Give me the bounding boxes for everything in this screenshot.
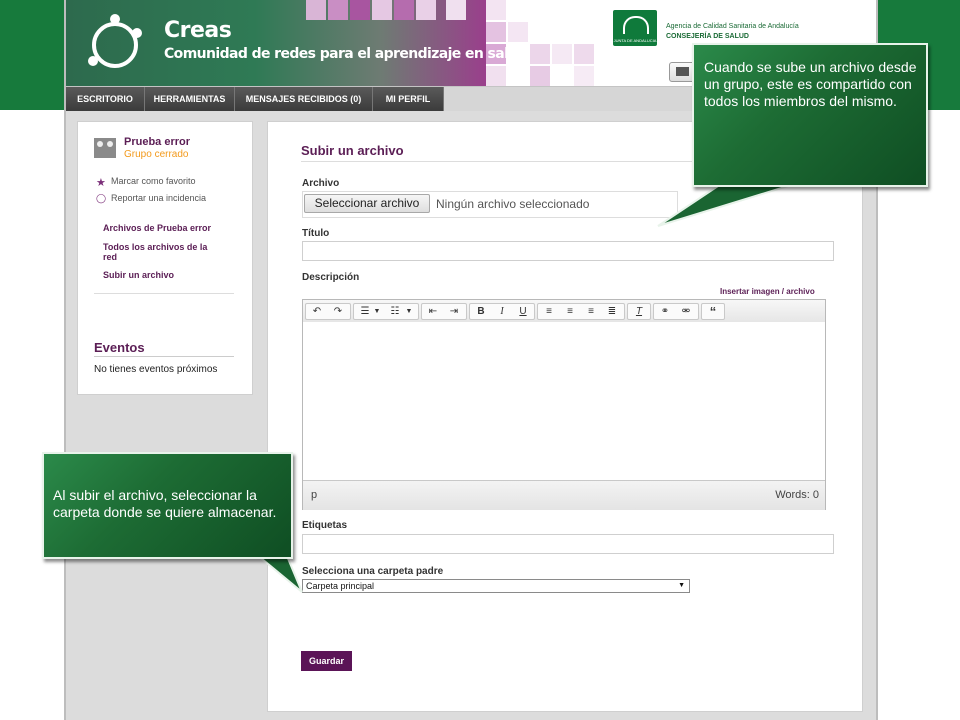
link-icon[interactable]: ⚭ bbox=[655, 304, 675, 319]
folder-selected-value: Carpeta principal bbox=[306, 581, 375, 591]
mosaic-tile bbox=[416, 0, 436, 20]
title-input[interactable] bbox=[302, 241, 834, 261]
mosaic-tile bbox=[486, 66, 506, 86]
numbered-list-icon[interactable]: ☷ bbox=[385, 304, 405, 319]
group-icon bbox=[94, 138, 116, 158]
bold-icon[interactable]: B bbox=[471, 304, 491, 319]
brand-title: Creas bbox=[164, 18, 232, 43]
consejeria-name: CONSEJERÍA DE SALUD bbox=[666, 33, 749, 40]
tags-input[interactable] bbox=[302, 534, 834, 554]
unlink-icon[interactable]: ⚮ bbox=[676, 304, 696, 319]
description-editor: ↶ ↷ ☰ ▼ ☷ ▼ ⇤ ⇥ B I U ≡ ≡ ≡ ≣ T ⚭ ⚮ “ p … bbox=[302, 299, 826, 510]
junta-andalucia-logo: JUNTA DE ANDALUCIA bbox=[613, 10, 657, 46]
mosaic-tile bbox=[486, 22, 506, 42]
file-status: Ningún archivo seleccionado bbox=[436, 197, 590, 211]
sidebar-link-all-files[interactable]: Todos los archivos de la red bbox=[103, 242, 221, 262]
mosaic-tile bbox=[394, 0, 414, 20]
title-label: Título bbox=[302, 228, 330, 239]
page-title: Subir un archivo bbox=[301, 143, 404, 158]
nav-escritorio[interactable]: ESCRITORIO bbox=[66, 87, 145, 111]
description-label: Descripción bbox=[302, 272, 360, 283]
divider bbox=[94, 293, 234, 294]
group-type: Grupo cerrado bbox=[124, 149, 189, 160]
chevron-down-icon: ▼ bbox=[678, 582, 685, 589]
mosaic-tile bbox=[574, 66, 594, 86]
nav-herramientas[interactable]: HERRAMIENTAS bbox=[145, 87, 235, 111]
events-title: Eventos bbox=[94, 340, 145, 355]
group-sidebar: Prueba error Grupo cerrado ★ Marcar como… bbox=[77, 121, 253, 395]
underline-icon[interactable]: U bbox=[513, 304, 533, 319]
logo-dot bbox=[132, 28, 142, 38]
mosaic-tile bbox=[574, 44, 594, 64]
toolbar-group-align: ≡ ≡ ≡ ≣ bbox=[537, 303, 625, 320]
logo-dot bbox=[88, 56, 98, 66]
chevron-down-icon[interactable]: ▼ bbox=[371, 304, 383, 319]
agency-name: Agencia de Calidad Sanitaria de Andalucí… bbox=[666, 23, 799, 30]
italic-icon[interactable]: I bbox=[492, 304, 512, 319]
align-right-icon[interactable]: ≡ bbox=[581, 304, 601, 319]
folder-label: Selecciona una carpeta padre bbox=[302, 566, 444, 577]
toolbar-group-link: ⚭ ⚮ bbox=[653, 303, 699, 320]
align-justify-icon[interactable]: ≣ bbox=[602, 304, 622, 319]
callout-tail-top bbox=[657, 185, 789, 227]
brand-subtitle: Comunidad de redes para el aprendizaje e… bbox=[164, 46, 528, 62]
toolbar-group-lists: ☰ ▼ ☷ ▼ bbox=[353, 303, 419, 320]
remove-format-icon[interactable]: T bbox=[629, 304, 649, 319]
divider bbox=[94, 356, 234, 357]
nav-mensajes[interactable]: MENSAJES RECIBIDOS (0) bbox=[235, 87, 373, 111]
creas-logo-icon bbox=[92, 22, 138, 68]
insert-image-link[interactable]: Insertar imagen / archivo bbox=[720, 287, 815, 296]
report-incident-link[interactable]: Reportar una incidencia bbox=[111, 193, 206, 203]
outdent-icon[interactable]: ⇤ bbox=[423, 304, 443, 319]
star-icon: ★ bbox=[96, 177, 106, 189]
redo-icon[interactable]: ↷ bbox=[328, 304, 348, 319]
mosaic-tile bbox=[508, 22, 528, 42]
toolbar-group-history: ↶ ↷ bbox=[305, 303, 351, 320]
toolbar-group-clear: T bbox=[627, 303, 651, 320]
left-green-band bbox=[0, 0, 66, 110]
align-left-icon[interactable]: ≡ bbox=[539, 304, 559, 319]
callout-shared-with-members: Cuando se sube un archivo desde un grupo… bbox=[692, 43, 928, 187]
indent-icon[interactable]: ⇥ bbox=[444, 304, 464, 319]
undo-icon[interactable]: ↶ bbox=[307, 304, 327, 319]
select-file-button[interactable]: Seleccionar archivo bbox=[304, 194, 430, 213]
mosaic-tile bbox=[552, 44, 572, 64]
logo-dot bbox=[110, 14, 120, 24]
mosaic-tile bbox=[328, 0, 348, 20]
mosaic-tile bbox=[446, 0, 466, 20]
nav-mi-perfil[interactable]: MI PERFIL bbox=[373, 87, 444, 111]
mark-favorite-link[interactable]: Marcar como favorito bbox=[111, 176, 196, 186]
mosaic-tile bbox=[372, 0, 392, 20]
mosaic-tile bbox=[486, 0, 506, 20]
mosaic-tile bbox=[530, 44, 550, 64]
mosaic-tile bbox=[350, 0, 370, 20]
events-empty-text: No tienes eventos próximos bbox=[94, 364, 218, 375]
editor-toolbar: ↶ ↷ ☰ ▼ ☷ ▼ ⇤ ⇥ B I U ≡ ≡ ≡ ≣ T ⚭ ⚮ “ bbox=[303, 300, 825, 323]
sidebar-link-upload[interactable]: Subir un archivo bbox=[103, 270, 221, 280]
junta-logo-text: JUNTA DE ANDALUCIA bbox=[613, 38, 657, 43]
sidebar-link-group-files[interactable]: Archivos de Prueba error bbox=[103, 223, 221, 233]
tags-label: Etiquetas bbox=[302, 520, 348, 531]
editor-word-count: Words: 0 bbox=[775, 489, 819, 501]
toolbar-group-indent: ⇤ ⇥ bbox=[421, 303, 467, 320]
mosaic-tile bbox=[306, 0, 326, 20]
chevron-down-icon[interactable]: ▼ bbox=[403, 304, 415, 319]
toolbar-group-quote: “ bbox=[701, 303, 725, 320]
align-center-icon[interactable]: ≡ bbox=[560, 304, 580, 319]
mosaic-tile bbox=[530, 66, 550, 86]
folder-select[interactable]: Carpeta principal ▼ bbox=[302, 579, 690, 593]
speech-bubble-icon: ◯ bbox=[96, 193, 107, 203]
editor-element-path: p bbox=[311, 489, 318, 501]
envelope-icon bbox=[676, 67, 689, 76]
editor-status-bar: p Words: 0 bbox=[303, 480, 825, 510]
callout-select-folder: Al subir el archivo, seleccionar la carp… bbox=[42, 452, 293, 559]
toolbar-group-format: B I U bbox=[469, 303, 535, 320]
group-name[interactable]: Prueba error bbox=[124, 136, 190, 148]
blockquote-icon[interactable]: “ bbox=[703, 304, 723, 319]
save-button[interactable]: Guardar bbox=[301, 651, 352, 671]
editor-content-area[interactable] bbox=[303, 322, 825, 480]
file-label: Archivo bbox=[302, 178, 340, 189]
